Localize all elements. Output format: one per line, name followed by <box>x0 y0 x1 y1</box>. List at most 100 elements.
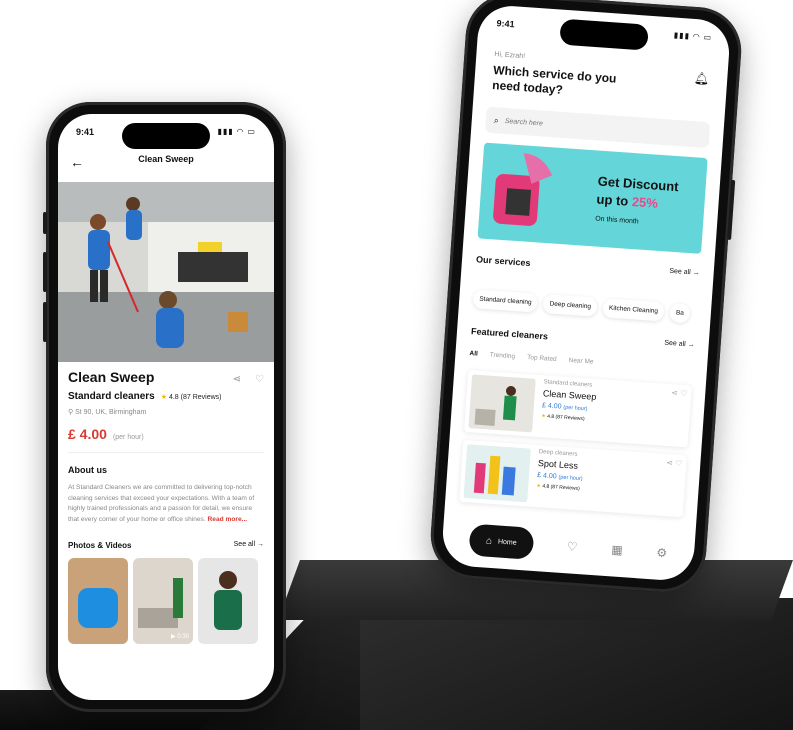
tab-top-rated[interactable]: Top Rated <box>527 354 557 363</box>
favorites-tab-heart-icon[interactable]: ♡ <box>566 539 578 554</box>
cleaner-price-unit: (per hour) <box>558 474 583 483</box>
detail-price-value: £ 4.00 <box>68 426 107 442</box>
arrow-right-icon: → <box>257 541 264 548</box>
play-icon: ▶ <box>171 634 176 640</box>
video-duration-text: 0:30 <box>177 634 189 640</box>
status-time: 9:41 <box>76 127 95 137</box>
back-arrow-icon[interactable]: ← <box>70 154 84 170</box>
status-bar: 9:41 ▮▮▮ ◠ ▭ <box>58 127 274 141</box>
cleaner-rating-text: 4.8 (87 Reviews) <box>546 413 585 423</box>
cleaner-card[interactable]: Deep cleaners Spot Less £ 4.00 (per hour… <box>459 439 687 518</box>
heart-icon[interactable]: ♡ <box>680 389 688 398</box>
about-paragraph: At Standard Cleaners we are committed to… <box>68 483 264 525</box>
share-icon[interactable]: ⋖ <box>671 388 678 397</box>
phone-mute-switch <box>43 212 47 234</box>
detail-body: Clean Sweep ⋖ ♡ Standard cleaners ★ 4.8 … <box>68 369 264 644</box>
search-icon: ⌕ <box>493 114 500 125</box>
calendar-icon[interactable]: ▦ <box>611 542 623 557</box>
share-icon[interactable]: ⋖ <box>666 458 673 467</box>
card-actions: ⋖ ♡ <box>671 388 688 398</box>
phone-detail-screen: 9:41 ▮▮▮ ◠ ▭ ← Clean Sweep Clean Sweep ⋖… <box>43 102 286 712</box>
gloves-cleaning-photo <box>68 558 128 644</box>
cleaning-supplies-illustration <box>493 153 553 226</box>
banner-text: Get Discount up to 25% On this month <box>595 173 695 236</box>
featured-header: Featured cleaners See all → <box>471 326 695 352</box>
services-chip-row: Standard cleaning Deep cleaning Kitchen … <box>472 289 732 327</box>
star-icon: ★ <box>541 413 546 420</box>
star-icon: ★ <box>160 393 167 401</box>
cleaner-price-value: £ 4.00 <box>541 402 562 411</box>
heart-icon[interactable]: ♡ <box>255 374 264 385</box>
featured-heading: Featured cleaners <box>470 326 549 342</box>
services-see-all-link[interactable]: See all → <box>669 268 700 280</box>
cleaner-price-value: £ 4.00 <box>536 472 557 481</box>
location-pin-icon: ⚲ <box>68 409 74 416</box>
phone-power-button <box>727 179 736 240</box>
share-icon[interactable]: ⋖ <box>233 374 241 385</box>
tab-trending[interactable]: Trending <box>490 351 516 360</box>
cleaner-price-unit: (per hour) <box>563 404 588 413</box>
greeting: Hi, Ezrah! <box>494 51 526 61</box>
cleaning-bottles-photo <box>463 444 532 503</box>
bell-icon[interactable]: 🔔︎ <box>694 71 710 86</box>
services-heading: Our services <box>475 254 531 269</box>
detail-title: Clean Sweep <box>68 369 155 385</box>
service-chip[interactable]: Deep cleaning <box>542 294 598 317</box>
cleaner-card-info: Deep cleaners Spot Less £ 4.00 (per hour… <box>535 449 682 513</box>
status-time: 9:41 <box>496 18 515 30</box>
cleaner-card-info: Standard cleaners Clean Sweep £ 4.00 (pe… <box>540 379 687 443</box>
service-chip[interactable]: Kitchen Cleaning <box>602 298 665 322</box>
featured-tabs: All Trending Top Rated Near Me <box>469 350 593 366</box>
read-more-link[interactable]: Read more... <box>208 516 248 523</box>
detail-price-unit: (per hour) <box>112 434 144 441</box>
tab-home-label: Home <box>497 537 517 547</box>
home-question: Which service do you need today? <box>491 63 617 97</box>
phone-home-screen: 9:41 ▮▮▮ ◠ ▭ Hi, Ezrah! Which service do… <box>427 0 745 595</box>
services-header: Our services See all → <box>476 254 700 280</box>
photo-thumb[interactable] <box>198 558 258 644</box>
detail-subtitle-row: Standard cleaners ★ 4.8 (87 Reviews) <box>68 391 264 402</box>
stage: 9:41 ▮▮▮ ◠ ▭ ← Clean Sweep Clean Sweep ⋖… <box>0 0 793 730</box>
featured-see-all-link[interactable]: See all → <box>664 340 695 352</box>
photos-heading: Photos & Videos <box>68 541 132 550</box>
divider <box>68 452 264 453</box>
featured-see-all-label: See all <box>664 339 686 349</box>
tab-home[interactable]: ⌂ Home <box>468 523 535 560</box>
home-screen: 9:41 ▮▮▮ ◠ ▭ Hi, Ezrah! Which service do… <box>440 3 732 583</box>
detail-nav-bar: ← Clean Sweep <box>58 154 274 174</box>
service-chip[interactable]: Ba <box>669 302 691 324</box>
cleaning-room-photo <box>468 374 536 433</box>
tab-near-me[interactable]: Near Me <box>568 357 593 366</box>
discount-banner[interactable]: Get Discount up to 25% On this month <box>477 142 708 254</box>
heart-icon[interactable]: ♡ <box>675 459 683 468</box>
search-bar: ⌕ <box>484 106 711 149</box>
photos-see-all-label: See all <box>233 541 256 548</box>
photo-thumb[interactable] <box>68 558 128 644</box>
phone-volume-up <box>43 252 47 292</box>
cleaners-kitchen-photo <box>58 182 274 362</box>
video-thumb[interactable]: ▶ 0:30 <box>133 558 193 644</box>
detail-rating: ★ 4.8 (87 Reviews) <box>161 393 222 401</box>
detail-location-text: St 90, UK, Birmingham <box>75 409 147 416</box>
banner-percent: 25% <box>631 193 659 211</box>
detail-title-row: Clean Sweep ⋖ ♡ <box>68 369 264 385</box>
signal-wifi-battery-icon: ▮▮▮ ◠ ▭ <box>217 127 256 136</box>
detail-subtitle: Standard cleaners <box>68 391 155 402</box>
detail-nav-title: Clean Sweep <box>138 154 194 164</box>
hero-photo <box>58 182 274 362</box>
photos-see-all-link[interactable]: See all → <box>234 541 264 550</box>
cleaner-card-photo <box>468 374 536 433</box>
cleaner-portrait-photo <box>198 558 258 644</box>
tab-all[interactable]: All <box>469 350 478 358</box>
search-input[interactable] <box>504 117 645 135</box>
cleaner-card[interactable]: Standard cleaners Clean Sweep £ 4.00 (pe… <box>464 369 692 448</box>
arrow-right-icon: → <box>692 269 700 277</box>
service-chip[interactable]: Standard cleaning <box>472 289 539 313</box>
cleaner-card-photo <box>463 444 532 503</box>
home-icon: ⌂ <box>485 535 493 547</box>
phone-volume-down <box>43 302 47 342</box>
settings-gear-icon[interactable]: ⚙ <box>656 546 668 561</box>
signal-wifi-battery-icon: ▮▮▮ ◠ ▭ <box>673 30 713 43</box>
arrow-right-icon: → <box>687 341 695 349</box>
video-duration: ▶ 0:30 <box>171 633 189 640</box>
